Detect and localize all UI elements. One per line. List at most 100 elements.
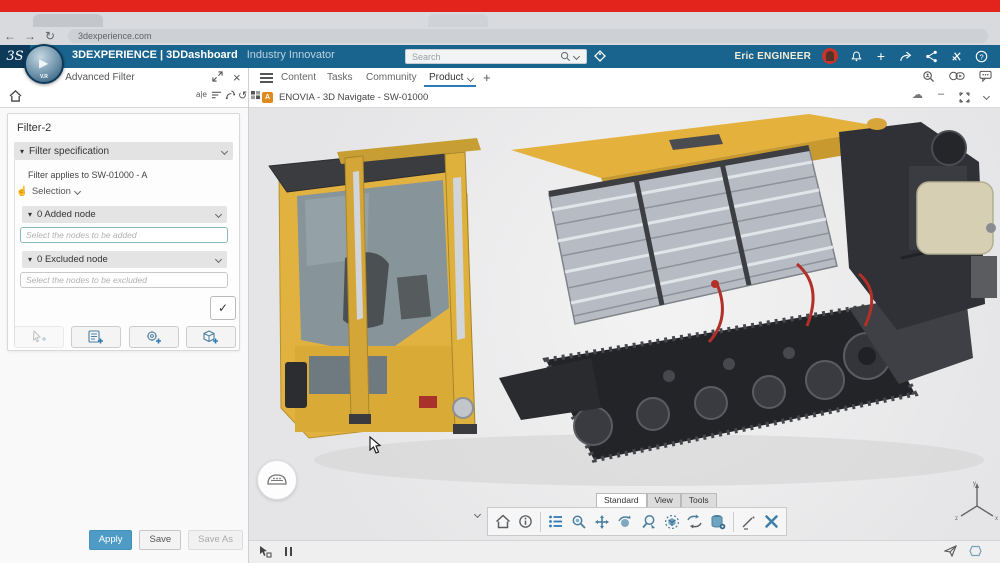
mouse-cursor bbox=[369, 436, 382, 455]
3dexperience-compass-icon[interactable]: ▶ V.R bbox=[24, 44, 64, 84]
user-name[interactable]: Eric ENGINEER bbox=[734, 51, 811, 62]
back-icon[interactable]: ← bbox=[0, 29, 20, 43]
search-scope-chevron-icon[interactable] bbox=[573, 53, 580, 60]
collaborate-network-icon[interactable] bbox=[924, 49, 938, 63]
zoom-area-icon[interactable] bbox=[640, 512, 657, 532]
tab-view[interactable]: View bbox=[647, 493, 681, 507]
shape-polygon-icon[interactable] bbox=[969, 545, 982, 557]
excluded-node-input[interactable] bbox=[20, 272, 228, 288]
3d-viewport[interactable]: Standard View Tools bbox=[249, 108, 1000, 540]
browser-tab-inactive[interactable] bbox=[428, 14, 488, 27]
share-icon[interactable] bbox=[899, 49, 913, 63]
added-node-label: 0 Added node bbox=[37, 209, 216, 220]
tab-community[interactable]: Community bbox=[366, 72, 417, 83]
workspace-menu-icon[interactable] bbox=[260, 73, 273, 85]
reload-icon[interactable]: ↻ bbox=[40, 29, 60, 43]
3d-model-machine[interactable] bbox=[249, 108, 1000, 540]
filter-card: Filter-2 ▾ Filter specification Filter a… bbox=[7, 113, 240, 351]
added-chevron-icon[interactable] bbox=[215, 211, 222, 218]
model-tree-list-icon[interactable] bbox=[547, 512, 564, 532]
add-product-button[interactable] bbox=[186, 326, 236, 348]
enovia-app-icon: A bbox=[262, 92, 273, 103]
select-cursor-icon[interactable] bbox=[259, 545, 272, 558]
selection-dropdown[interactable]: ☝ Selection bbox=[16, 186, 80, 197]
tag-icon[interactable] bbox=[593, 49, 607, 63]
axis-triad[interactable]: y x z bbox=[953, 478, 1000, 528]
database-settings-icon[interactable] bbox=[710, 512, 727, 532]
global-search[interactable] bbox=[405, 49, 587, 64]
validate-check-button[interactable]: ✓ bbox=[210, 296, 236, 320]
browser-chrome: ← → ↻ 3dexperience.com bbox=[0, 12, 1000, 45]
tab-content[interactable]: Content bbox=[281, 72, 316, 83]
send-plane-icon[interactable] bbox=[944, 545, 957, 557]
brand-light: Industry Innovator bbox=[247, 49, 335, 61]
rename-text-icon[interactable]: a|e bbox=[196, 90, 207, 99]
screen: ← → ↻ 3dexperience.com 3S ▶ V.R 3DEXPERI… bbox=[0, 0, 1000, 563]
measure-icon[interactable] bbox=[740, 512, 757, 532]
add-from-list-button[interactable] bbox=[71, 326, 121, 348]
hand-select-icon: ☝ bbox=[16, 186, 28, 197]
added-node-input[interactable] bbox=[20, 227, 228, 243]
svg-text:?: ? bbox=[979, 52, 983, 61]
filter-specification-label: Filter specification bbox=[29, 146, 222, 157]
search-input[interactable] bbox=[406, 52, 560, 62]
url-text: 3dexperience.com bbox=[78, 31, 152, 41]
close-toolbar-icon[interactable] bbox=[763, 512, 780, 532]
tab-product[interactable]: Product bbox=[429, 72, 463, 83]
forward-icon[interactable]: → bbox=[20, 29, 40, 43]
section-chevron-icon[interactable] bbox=[221, 147, 228, 154]
help-icon[interactable]: ? bbox=[974, 49, 988, 63]
tab-standard[interactable]: Standard bbox=[596, 493, 647, 507]
brand-title: 3DEXPERIENCE | 3DDashboard Industry Inno… bbox=[72, 49, 335, 61]
filter-applies-text: Filter applies to SW-01000 - A bbox=[28, 170, 147, 180]
panel-expand-icon[interactable] bbox=[212, 71, 223, 82]
rotate-orbit-icon[interactable] bbox=[617, 512, 634, 532]
tab-tasks[interactable]: Tasks bbox=[327, 72, 353, 83]
home-view-icon[interactable] bbox=[494, 512, 511, 532]
section-expand-triangle-icon: ▾ bbox=[20, 147, 24, 156]
address-bar[interactable]: 3dexperience.com bbox=[68, 29, 988, 43]
panel-close-icon[interactable]: × bbox=[233, 70, 241, 85]
home-icon[interactable] bbox=[9, 90, 22, 102]
save-button[interactable]: Save bbox=[139, 530, 181, 550]
selection-chevron-icon[interactable] bbox=[74, 188, 81, 195]
notifications-bell-icon[interactable] bbox=[849, 49, 863, 63]
excluded-chevron-icon[interactable] bbox=[215, 256, 222, 263]
tab-tools[interactable]: Tools bbox=[681, 493, 717, 507]
media-play-icon[interactable] bbox=[949, 70, 965, 83]
axis-z-label: z bbox=[955, 516, 958, 522]
filter-list-icon[interactable] bbox=[211, 90, 222, 100]
info-icon[interactable] bbox=[517, 512, 534, 532]
excluded-node-label: 0 Excluded node bbox=[37, 254, 216, 265]
minimize-icon[interactable]: – bbox=[938, 88, 944, 100]
filter-specification-header[interactable]: ▾ Filter specification bbox=[14, 142, 233, 160]
axis-y-label: y bbox=[973, 481, 976, 487]
added-node-header[interactable]: ▾ 0 Added node bbox=[22, 206, 227, 223]
chat-icon[interactable] bbox=[979, 70, 992, 83]
search-icon[interactable] bbox=[560, 51, 571, 62]
select-add-button[interactable] bbox=[14, 326, 64, 348]
cloud-status-icon[interactable]: ☁ bbox=[912, 88, 923, 101]
customize-icon[interactable] bbox=[949, 49, 963, 63]
refresh-swap-icon[interactable] bbox=[686, 512, 703, 532]
compass-version-label: V.R bbox=[26, 74, 62, 80]
save-as-button[interactable]: Save As bbox=[188, 530, 243, 550]
viewer-toolbar bbox=[487, 507, 787, 536]
add-component-button[interactable] bbox=[129, 326, 179, 348]
fullscreen-icon[interactable] bbox=[959, 92, 970, 103]
add-content-icon[interactable]: + bbox=[874, 49, 888, 63]
link-connector-icon[interactable] bbox=[225, 90, 236, 100]
browser-tab[interactable] bbox=[33, 14, 103, 27]
add-tab-icon[interactable]: + bbox=[483, 70, 491, 85]
assistant-robot-button[interactable] bbox=[257, 460, 297, 500]
pause-icon[interactable] bbox=[285, 547, 292, 556]
fit-all-icon[interactable] bbox=[663, 512, 680, 532]
zoom-icon[interactable] bbox=[570, 512, 587, 532]
viewer-toolbar-tabs: Standard View Tools bbox=[596, 493, 717, 507]
excluded-node-header[interactable]: ▾ 0 Excluded node bbox=[22, 251, 227, 268]
apply-button[interactable]: Apply bbox=[89, 530, 133, 550]
user-avatar[interactable] bbox=[822, 48, 838, 64]
search-people-icon[interactable] bbox=[922, 70, 935, 83]
pan-icon[interactable] bbox=[594, 512, 611, 532]
viewer-title: ENOVIA - 3D Navigate - SW-01000 bbox=[279, 92, 428, 103]
